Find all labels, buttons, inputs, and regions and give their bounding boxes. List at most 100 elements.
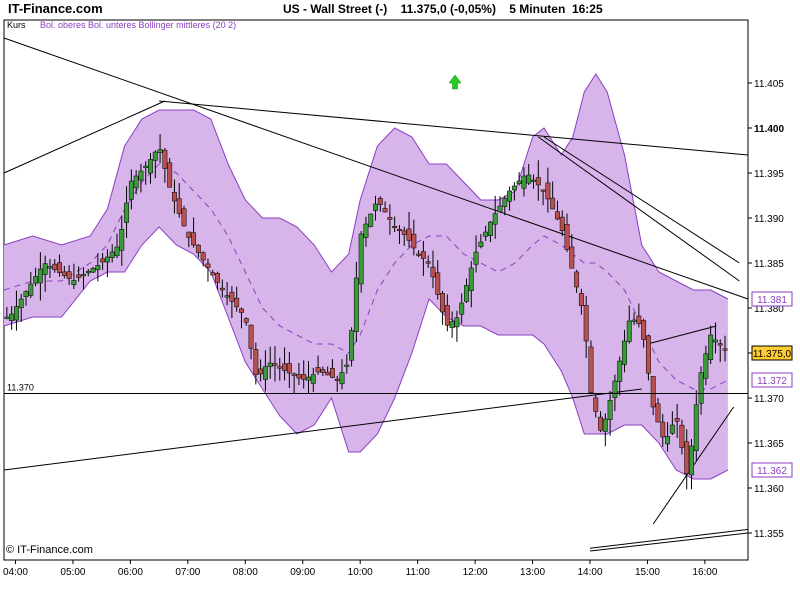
candle-body [277, 366, 283, 369]
x-tick-label: 13:00 [520, 567, 545, 578]
candle-body [81, 274, 86, 277]
x-tick-label: 08:00 [233, 567, 258, 578]
candle-body [358, 233, 364, 285]
candle-body [382, 208, 388, 213]
candle-body [540, 189, 546, 192]
candle-body [502, 198, 508, 207]
candle-body [282, 363, 288, 371]
candle-body [181, 208, 187, 227]
candle-body [37, 268, 43, 284]
candle-body [191, 232, 197, 246]
candle-body [95, 265, 101, 270]
x-tick-label: 04:00 [3, 567, 28, 578]
candle-body [4, 316, 10, 319]
candle-body [9, 313, 15, 321]
candle-body [564, 224, 570, 250]
candle-body [363, 223, 369, 238]
candle-body [90, 268, 96, 273]
candle-body [85, 271, 91, 274]
candle-body [507, 190, 513, 202]
candle-body [215, 272, 220, 283]
candle-body [258, 368, 264, 375]
candle-body [492, 213, 498, 225]
candle-body [234, 297, 240, 308]
candle-body [368, 213, 374, 227]
candle-body [296, 374, 302, 379]
legend-kurs: Kurs [7, 20, 26, 30]
candle-body [631, 319, 637, 322]
candle-body [143, 165, 149, 168]
candle-body [320, 369, 326, 373]
candle-body [622, 340, 627, 365]
y-tick-label: 11.395 [754, 169, 784, 180]
candle-body [128, 180, 134, 200]
candle-body [397, 228, 402, 232]
candle-body [306, 376, 311, 381]
candle-body [526, 174, 532, 184]
candle-body [679, 424, 685, 448]
x-tick-label: 16:00 [692, 567, 717, 578]
y-tick-label: 11.390 [754, 214, 784, 225]
candle-body [612, 380, 618, 399]
candle-body [574, 271, 580, 288]
candle-body [334, 378, 340, 381]
candle-body [224, 295, 230, 298]
candle-body [148, 159, 153, 174]
candle-body [267, 362, 273, 367]
candle-body [176, 198, 182, 214]
candle-body [387, 217, 393, 220]
candle-body [133, 175, 139, 189]
last-price-value-label: 11.375,0 [753, 349, 792, 360]
candle-body [650, 376, 656, 408]
candle-body [444, 305, 450, 326]
candle-body [636, 315, 642, 325]
candle-body [478, 241, 484, 248]
y-tick-label: 11.370 [754, 394, 784, 405]
candle-body [641, 320, 647, 340]
candle-body [578, 293, 584, 307]
candle-body [253, 349, 259, 375]
candle-body [598, 416, 603, 431]
candle-body [243, 318, 249, 323]
candle-body [157, 149, 163, 153]
x-tick-label: 14:00 [577, 567, 602, 578]
candle-body [468, 267, 474, 291]
candle-body [162, 149, 168, 169]
candle-body [497, 205, 503, 213]
x-tick-label: 11:00 [406, 567, 431, 578]
candle-body [674, 418, 680, 422]
candle-body [205, 263, 211, 268]
y-tick-label: 11.365 [754, 439, 784, 450]
candle-body [535, 177, 541, 186]
candle-body [52, 263, 58, 270]
candle-body [219, 287, 225, 291]
candle-body [406, 228, 412, 241]
y-tick-label: 11.405 [754, 79, 784, 90]
candle-body [339, 372, 345, 385]
candle-body [344, 364, 350, 367]
candle-body [301, 374, 307, 380]
y-tick-label: 11.385 [754, 259, 784, 270]
x-tick-label: 15:00 [635, 567, 660, 578]
candle-body [200, 252, 206, 261]
candle-body [569, 246, 575, 269]
legend-bollinger: Bol. oberes Bol. unteres Bollinger mittl… [40, 20, 236, 30]
candle-body [114, 246, 120, 257]
candle-body [248, 324, 254, 349]
candle-body [401, 230, 407, 235]
candle-body [66, 271, 72, 279]
x-tick-label: 12:00 [463, 567, 488, 578]
candle-body [516, 180, 522, 184]
x-tick-label: 09:00 [290, 567, 315, 578]
candle-body [607, 400, 613, 420]
candle-body [602, 418, 608, 432]
reference-line-label: 11.370 [7, 383, 34, 393]
candle-body [239, 308, 244, 313]
candle-body [440, 293, 445, 313]
candle-body [464, 285, 469, 302]
candle-body [645, 335, 651, 374]
candle-body [186, 231, 192, 238]
candle-body [411, 233, 417, 249]
candlestick-chart: 11.370 11.35511.36011.36511.37011.37511.… [3, 19, 793, 578]
candle-body [717, 343, 723, 346]
